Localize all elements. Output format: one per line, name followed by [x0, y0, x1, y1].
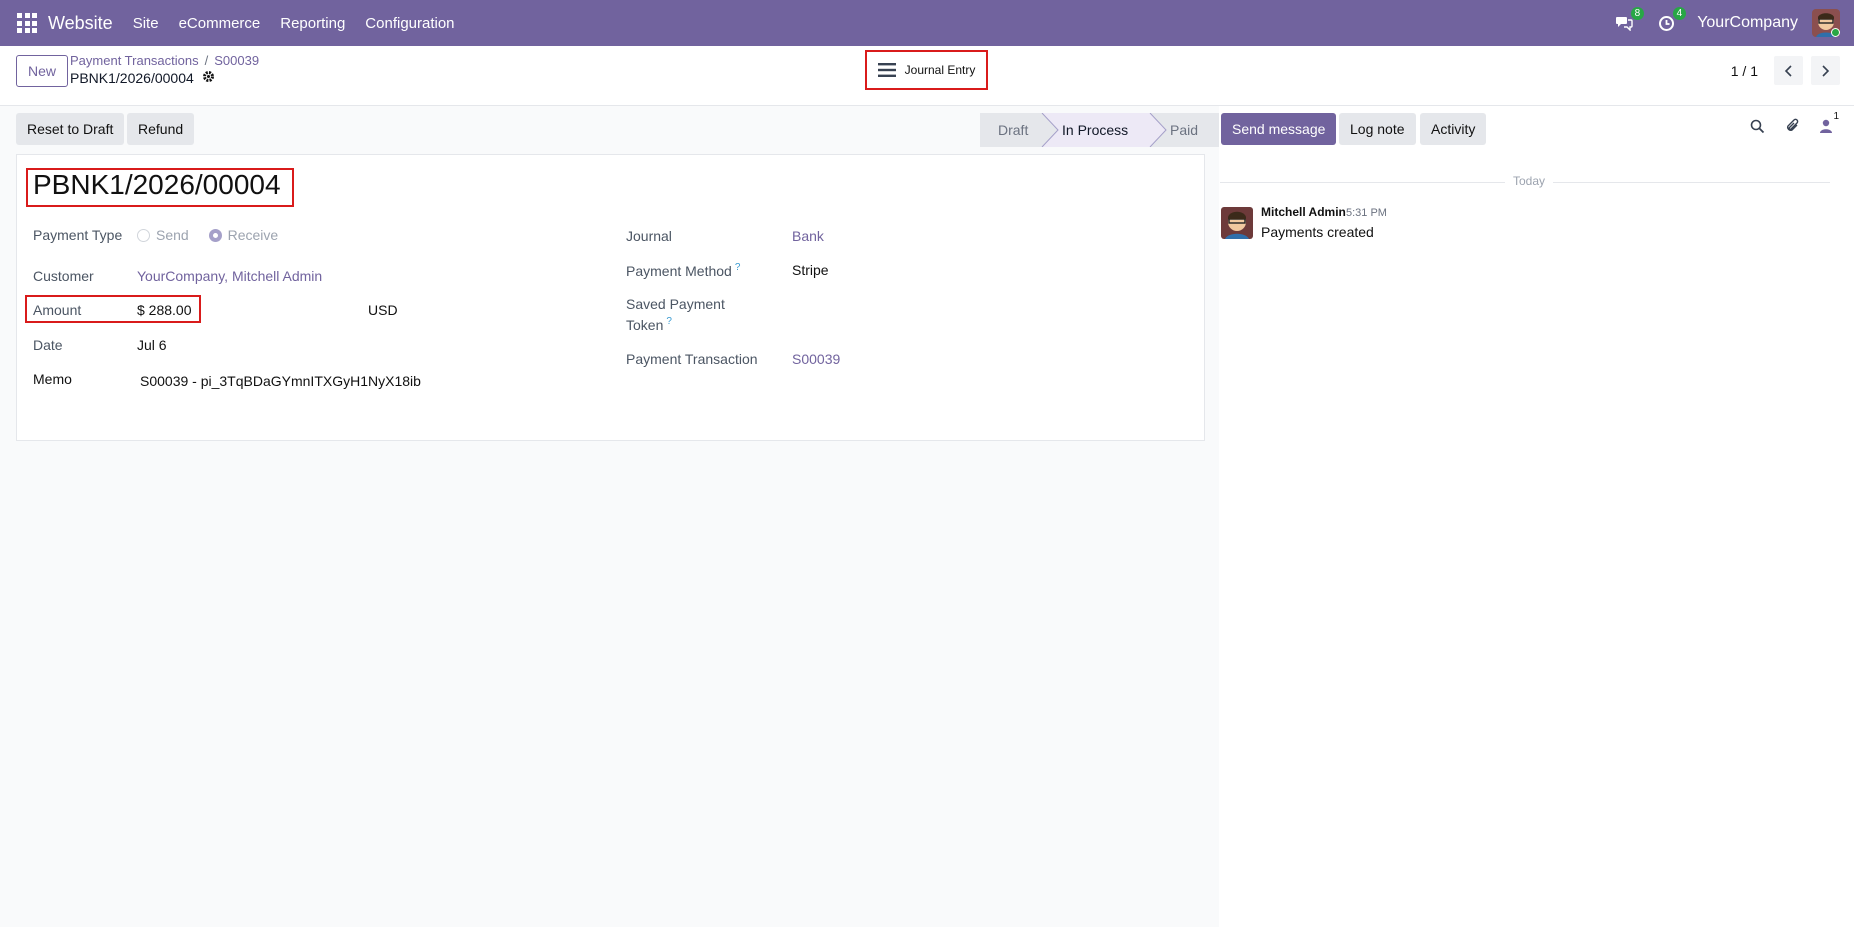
status-in-process[interactable]: In Process: [1060, 113, 1148, 147]
log-note-button[interactable]: Log note: [1339, 113, 1416, 145]
pager: 1 / 1: [1731, 56, 1840, 85]
send-option-label: Send: [156, 227, 189, 243]
menu-item-configuration[interactable]: Configuration: [365, 15, 454, 32]
memo-label: Memo: [33, 371, 72, 387]
date-label: Date: [33, 337, 63, 353]
payment-type-field: Send Receive: [137, 227, 278, 243]
user-avatar[interactable]: [1812, 9, 1840, 37]
followers-icon[interactable]: 1: [1820, 111, 1839, 137]
record-name-text: PBNK1/2026/00004: [70, 70, 194, 86]
followers-count: 1: [1833, 111, 1839, 122]
bars-icon: [877, 63, 896, 77]
messaging-icon[interactable]: 8: [1613, 7, 1645, 34]
paperclip-icon[interactable]: [1785, 118, 1800, 138]
gear-icon[interactable]: [202, 70, 215, 86]
activities-badge: 4: [1672, 7, 1687, 20]
message-body: Payments created: [1261, 224, 1374, 240]
activity-button[interactable]: Activity: [1420, 113, 1487, 145]
breadcrumb-s00039[interactable]: S00039: [214, 53, 259, 68]
systray: 8 4 YourCompany: [1613, 0, 1854, 46]
menu-item-site[interactable]: Site: [133, 15, 159, 32]
message-author: Mitchell Admin: [1261, 205, 1346, 219]
help-tooltip-icon[interactable]: ?: [666, 316, 672, 327]
main-menu: Site eCommerce Reporting Configuration: [133, 15, 455, 32]
refund-button[interactable]: Refund: [127, 113, 195, 145]
next-record-button[interactable]: [1811, 56, 1840, 85]
customer-link[interactable]: YourCompany, Mitchell Admin: [137, 268, 322, 284]
menu-item-ecommerce[interactable]: eCommerce: [179, 15, 261, 32]
saved-payment-token-label-text: Token: [626, 317, 664, 333]
saved-payment-token-label: Saved Payment: [626, 296, 725, 312]
amount-value[interactable]: $ 288.00: [137, 302, 192, 318]
payment-method-label: Payment Method?: [626, 262, 740, 279]
payment-transaction-link[interactable]: S00039: [792, 351, 840, 367]
breadcrumb-separator: /: [204, 53, 209, 68]
send-radio[interactable]: [137, 229, 150, 242]
payment-method-value[interactable]: Stripe: [792, 262, 829, 278]
messages-badge: 8: [1630, 7, 1645, 20]
status-arrow: [1040, 113, 1060, 147]
app-name[interactable]: Website: [48, 13, 113, 34]
saved-payment-token-label-line2: Token?: [626, 316, 672, 333]
receive-option-label: Receive: [227, 227, 279, 243]
breadcrumb-payment-transactions[interactable]: Payment Transactions: [70, 53, 199, 68]
payment-method-label-text: Payment Method: [626, 263, 732, 279]
online-status-dot: [1831, 28, 1840, 37]
help-tooltip-icon[interactable]: ?: [735, 262, 741, 273]
reset-to-draft-button[interactable]: Reset to Draft: [16, 113, 125, 145]
status-bar: Draft In Process Paid: [980, 113, 1226, 147]
record-title: PBNK1/2026/00004: [70, 70, 215, 86]
previous-record-button[interactable]: [1774, 56, 1803, 85]
journal-label: Journal: [626, 228, 672, 244]
pager-value[interactable]: 1 / 1: [1731, 63, 1758, 79]
journal-link[interactable]: Bank: [792, 228, 824, 244]
journal-entry-label: Journal Entry: [904, 63, 976, 77]
memo-value[interactable]: S00039 - pi_3TqBDaGYmnITXGyH1NyX18ib: [140, 373, 421, 389]
breadcrumb: Payment Transactions / S00039: [70, 53, 259, 68]
message-time: 5:31 PM: [1346, 207, 1387, 219]
author-avatar[interactable]: [1221, 207, 1253, 239]
chevron-left-icon: [1784, 64, 1792, 77]
menu-item-reporting[interactable]: Reporting: [280, 15, 345, 32]
date-value[interactable]: Jul 6: [137, 337, 167, 353]
receive-radio[interactable]: [208, 229, 222, 242]
amount-label: Amount: [33, 302, 82, 318]
apps-menu-icon[interactable]: [17, 13, 37, 33]
payment-type-label: Payment Type: [33, 227, 123, 243]
search-icon[interactable]: [1750, 119, 1765, 138]
chevron-right-icon: [1822, 64, 1830, 77]
new-button[interactable]: New: [16, 55, 69, 87]
company-switcher[interactable]: YourCompany: [1697, 14, 1798, 32]
journal-entry-smart-button[interactable]: Journal Entry: [865, 50, 988, 90]
status-arrow: [1148, 113, 1168, 147]
chatter-tools: 1: [1750, 111, 1839, 138]
customer-label: Customer: [33, 268, 94, 284]
currency-value[interactable]: USD: [368, 302, 398, 318]
payment-name: PBNK1/2026/00004: [33, 169, 281, 200]
status-draft[interactable]: Draft: [980, 113, 1040, 147]
payment-transaction-label: Payment Transaction: [626, 351, 758, 367]
status-paid[interactable]: Paid: [1168, 113, 1226, 147]
today-label: Today: [1505, 174, 1554, 188]
activity-clock-icon[interactable]: 4: [1655, 7, 1687, 34]
send-message-button[interactable]: Send message: [1221, 113, 1337, 145]
top-navbar: Website Site eCommerce Reporting Configu…: [0, 0, 1854, 46]
